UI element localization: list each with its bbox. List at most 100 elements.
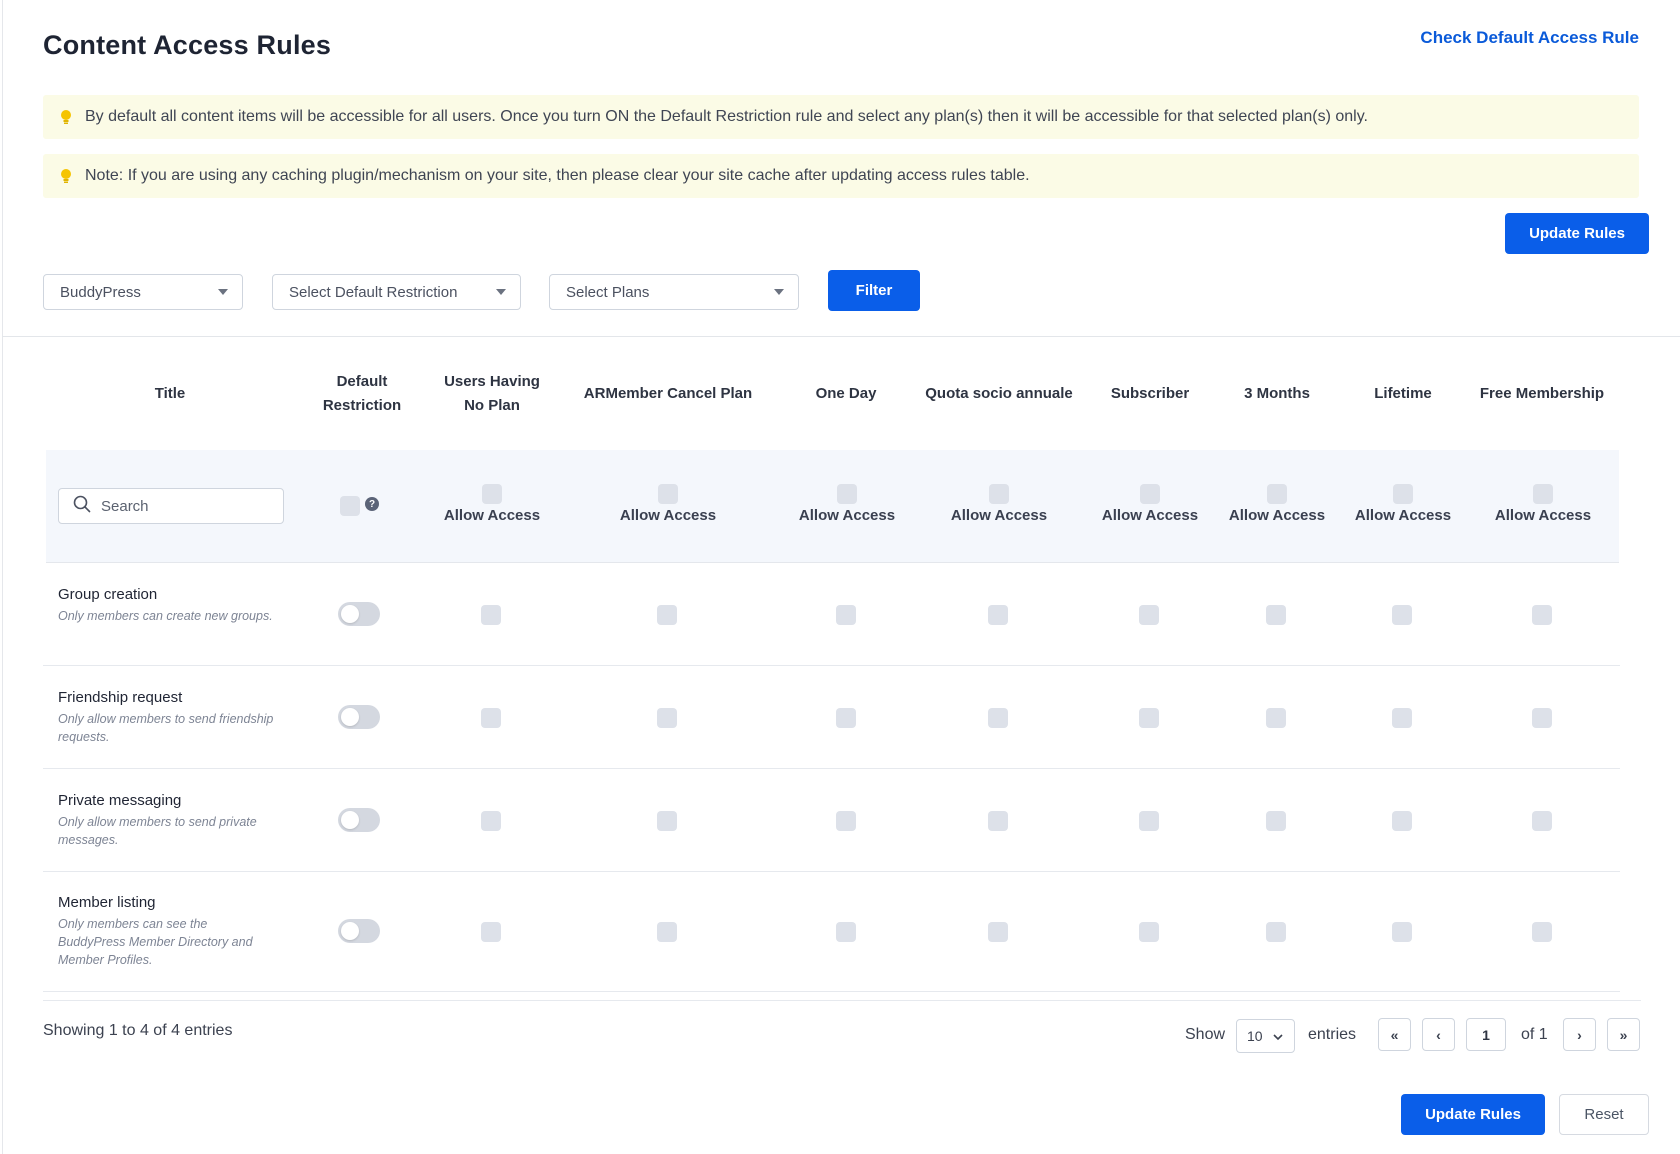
- column-header-plan: One Day: [815, 385, 877, 402]
- allow-access-checkbox[interactable]: [1392, 605, 1412, 625]
- allow-access-checkbox[interactable]: [988, 708, 1008, 728]
- row-description: Only allow members to send private messa…: [58, 815, 257, 847]
- allow-access-label: Allow Access: [1101, 507, 1199, 524]
- allow-access-checkbox[interactable]: [836, 605, 856, 625]
- allow-access-label: Allow Access: [1228, 507, 1326, 524]
- notice-text: Note: If you are using any caching plugi…: [85, 167, 1030, 184]
- page-size-value: 10: [1247, 1028, 1263, 1044]
- default-restriction-toggle[interactable]: [338, 808, 380, 832]
- allow-all-checkbox[interactable]: [1533, 484, 1553, 504]
- allow-access-checkbox[interactable]: [657, 605, 677, 625]
- allow-access-checkbox[interactable]: [1139, 605, 1159, 625]
- allow-access-checkbox[interactable]: [988, 811, 1008, 831]
- page-size-select[interactable]: 10: [1236, 1019, 1295, 1053]
- section-divider: [2, 336, 1680, 337]
- column-header-plan: Subscriber: [1110, 385, 1190, 402]
- filter-button[interactable]: Filter: [828, 270, 920, 311]
- notice-cache: Note: If you are using any caching plugi…: [43, 154, 1639, 198]
- allow-all-checkbox[interactable]: [658, 484, 678, 504]
- content-type-select[interactable]: BuddyPress: [43, 274, 243, 310]
- update-rules-button[interactable]: Update Rules: [1505, 213, 1649, 254]
- allow-access-checkbox[interactable]: [988, 605, 1008, 625]
- allow-access-checkbox[interactable]: [836, 922, 856, 942]
- row-title: Friendship request: [58, 689, 183, 706]
- allow-access-checkbox[interactable]: [1532, 811, 1552, 831]
- default-restriction-toggle[interactable]: [338, 705, 380, 729]
- notice-default-rule: By default all content items will be acc…: [43, 95, 1639, 139]
- allow-all-checkbox[interactable]: [989, 484, 1009, 504]
- caret-down-icon: [496, 289, 506, 295]
- allow-access-checkbox[interactable]: [1139, 811, 1159, 831]
- row-description: Only allow members to send friendship re…: [58, 712, 274, 744]
- allow-access-label: Allow Access: [619, 507, 717, 524]
- allow-all-checkbox[interactable]: [1267, 484, 1287, 504]
- row-title: Private messaging: [58, 792, 182, 809]
- allow-access-checkbox[interactable]: [1392, 811, 1412, 831]
- default-restriction-value: Select Default Restriction: [289, 283, 458, 301]
- allow-all-checkbox[interactable]: [1140, 484, 1160, 504]
- allow-access-checkbox[interactable]: [1139, 708, 1159, 728]
- search-input[interactable]: [101, 497, 271, 515]
- allow-access-checkbox[interactable]: [988, 922, 1008, 942]
- allow-access-checkbox[interactable]: [1266, 922, 1286, 942]
- update-rules-button[interactable]: Update Rules: [1401, 1094, 1545, 1135]
- allow-access-checkbox[interactable]: [481, 605, 501, 625]
- first-page-button[interactable]: «: [1378, 1018, 1411, 1051]
- allow-access-checkbox[interactable]: [1532, 605, 1552, 625]
- allow-access-checkbox[interactable]: [1532, 922, 1552, 942]
- allow-access-checkbox[interactable]: [657, 922, 677, 942]
- caret-down-icon: [774, 289, 784, 295]
- search-field[interactable]: [58, 488, 284, 524]
- lightbulb-icon: [57, 108, 75, 126]
- default-restriction-toggle[interactable]: [338, 602, 380, 626]
- reset-button[interactable]: Reset: [1559, 1094, 1649, 1135]
- lightbulb-icon: [57, 167, 75, 185]
- allow-access-label: Allow Access: [798, 507, 896, 524]
- allow-access-checkbox[interactable]: [1139, 922, 1159, 942]
- column-header-plan: Quota socio annuale: [925, 385, 1073, 402]
- allow-all-checkbox[interactable]: [837, 484, 857, 504]
- allow-access-checkbox[interactable]: [481, 811, 501, 831]
- allow-access-checkbox[interactable]: [836, 708, 856, 728]
- next-page-button[interactable]: ›: [1563, 1018, 1596, 1051]
- prev-page-button[interactable]: ‹: [1422, 1018, 1455, 1051]
- row-divider: [43, 991, 1620, 992]
- allow-access-checkbox[interactable]: [1392, 708, 1412, 728]
- table-footer-divider: [43, 1000, 1641, 1001]
- allow-access-checkbox[interactable]: [1532, 708, 1552, 728]
- page-count-label: of 1: [1521, 1026, 1548, 1043]
- allow-access-checkbox[interactable]: [657, 811, 677, 831]
- allow-access-label: Allow Access: [1494, 507, 1592, 524]
- allow-access-label: Allow Access: [1354, 507, 1452, 524]
- help-icon[interactable]: ?: [365, 497, 379, 511]
- allow-access-checkbox[interactable]: [1266, 811, 1286, 831]
- allow-access-checkbox[interactable]: [1266, 605, 1286, 625]
- header-line: No Plan: [464, 397, 520, 414]
- allow-access-checkbox[interactable]: [481, 708, 501, 728]
- allow-all-checkbox[interactable]: [1393, 484, 1413, 504]
- search-icon: [73, 495, 91, 518]
- column-header-no-plan: Users Having No Plan: [432, 370, 552, 418]
- default-restriction-toggle[interactable]: [338, 919, 380, 943]
- last-page-button[interactable]: »: [1607, 1018, 1640, 1051]
- allow-access-checkbox[interactable]: [836, 811, 856, 831]
- default-restriction-all-checkbox[interactable]: [340, 496, 360, 516]
- header-line: Users Having: [444, 373, 540, 390]
- header-line: Restriction: [322, 397, 402, 414]
- row-divider: [43, 768, 1620, 769]
- allow-all-checkbox[interactable]: [482, 484, 502, 504]
- column-header-plan: Lifetime: [1374, 385, 1432, 402]
- column-header-plan: ARMember Cancel Plan: [583, 385, 753, 402]
- allow-access-checkbox[interactable]: [1392, 922, 1412, 942]
- row-title: Member listing: [58, 894, 156, 911]
- page-number-input[interactable]: 1: [1466, 1018, 1506, 1051]
- page-title: Content Access Rules: [43, 30, 332, 60]
- allow-access-checkbox[interactable]: [481, 922, 501, 942]
- allow-access-checkbox[interactable]: [657, 708, 677, 728]
- plans-select[interactable]: Select Plans: [549, 274, 799, 310]
- caret-down-icon: [218, 289, 228, 295]
- entries-label: entries: [1308, 1026, 1357, 1043]
- allow-access-checkbox[interactable]: [1266, 708, 1286, 728]
- check-default-access-rule-link[interactable]: Check Default Access Rule: [1420, 28, 1639, 48]
- default-restriction-select[interactable]: Select Default Restriction: [272, 274, 521, 310]
